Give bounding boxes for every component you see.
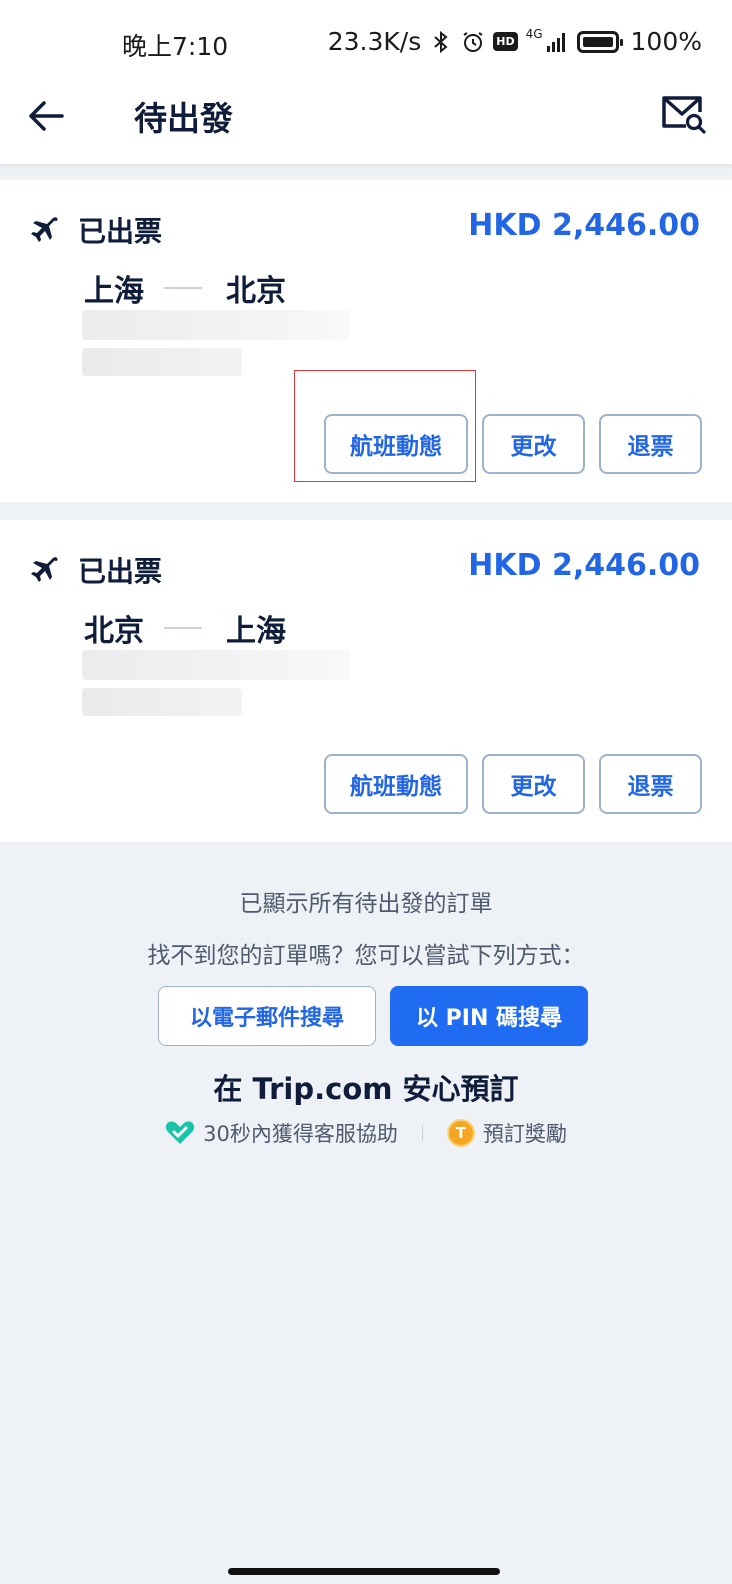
status-right: 23.3K/s HD 4G 100% [327, 26, 702, 57]
trip-coin-icon: T [446, 1119, 475, 1147]
home-indicator[interactable] [228, 1568, 500, 1575]
search-by-email-button[interactable]: 以電子郵件搜尋 [158, 986, 376, 1046]
alarm-icon [463, 31, 483, 52]
mail-search-icon[interactable] [660, 92, 708, 136]
order-search-options: 以電子郵件搜尋 以 PIN 碼搜尋 [158, 986, 588, 1046]
redacted-flight-details [82, 650, 350, 680]
perk-rewards: T 預訂獎勵 [446, 1118, 567, 1148]
airplane-icon [31, 217, 58, 242]
origin-city: 上海 [84, 274, 144, 309]
order-actions: 航班動態 更改 退票 [324, 414, 702, 474]
perk-service-label: 30秒內獲得客服協助 [203, 1122, 398, 1146]
perk-rewards-label: 預訂獎勵 [482, 1122, 567, 1146]
battery-percent: 100% [630, 27, 702, 56]
perks-row: 30秒內獲得客服協助 T 預訂獎勵 [0, 1118, 732, 1148]
flight-status-button[interactable]: 航班動態 [324, 754, 468, 814]
net-speed: 23.3K/s [327, 27, 422, 56]
book-with-confidence-heading: 在 Trip.com 安心預訂 [213, 1072, 519, 1106]
network-type: 4G [525, 26, 543, 41]
order-card[interactable]: 已出票 HKD 2,446.00 北京 上海 航班動態 更改 退票 [0, 520, 732, 842]
airplane-icon [31, 557, 58, 582]
page-title: 待出發 [134, 99, 233, 138]
destination-city: 北京 [226, 274, 286, 309]
flight-status-button[interactable]: 航班動態 [324, 414, 468, 474]
bluetooth-icon [434, 30, 448, 53]
route-divider [164, 287, 202, 289]
flight-route: 上海 北京 [84, 266, 286, 310]
refund-button[interactable]: 退票 [599, 754, 702, 814]
redacted-flight-details [82, 310, 350, 340]
route-divider [164, 627, 202, 629]
change-button[interactable]: 更改 [482, 414, 585, 474]
order-card[interactable]: 已出票 HKD 2,446.00 上海 北京 航班動態 更改 退票 [0, 180, 732, 502]
status-bar: 晚上7:10 23.3K/s HD 4G 100% [0, 0, 732, 80]
all-orders-shown-text: 已顯示所有待出發的訂單 [239, 891, 493, 917]
order-price: HKD 2,446.00 [468, 208, 700, 243]
signal-icon [546, 32, 565, 52]
cant-find-order-text: 找不到您的訂單嗎？您可以嘗試下列方式： [147, 943, 585, 969]
heart-check-icon [165, 1121, 195, 1144]
destination-city: 上海 [226, 614, 286, 649]
perk-divider [421, 1125, 423, 1141]
hd-badge-icon: HD [493, 32, 518, 51]
search-by-pin-button[interactable]: 以 PIN 碼搜尋 [390, 986, 588, 1046]
back-arrow-icon[interactable] [24, 94, 68, 138]
page: 晚上7:10 23.3K/s HD 4G 100% 待出發 已出票 HKD 2,… [0, 0, 732, 1584]
order-actions: 航班動態 更改 退票 [324, 754, 702, 814]
status-time: 晚上7:10 [122, 32, 229, 61]
ticket-status: 已出票 [78, 215, 163, 248]
flight-route: 北京 上海 [84, 606, 286, 650]
refund-button[interactable]: 退票 [599, 414, 702, 474]
redacted-passenger-details [82, 348, 242, 376]
change-button[interactable]: 更改 [482, 754, 585, 814]
ticket-status: 已出票 [78, 555, 163, 588]
order-price: HKD 2,446.00 [468, 548, 700, 583]
battery-icon [576, 30, 623, 53]
perk-customer-service: 30秒內獲得客服協助 [165, 1118, 398, 1148]
origin-city: 北京 [84, 614, 144, 649]
redacted-passenger-details [82, 688, 242, 716]
app-header: 待出發 [0, 80, 732, 164]
